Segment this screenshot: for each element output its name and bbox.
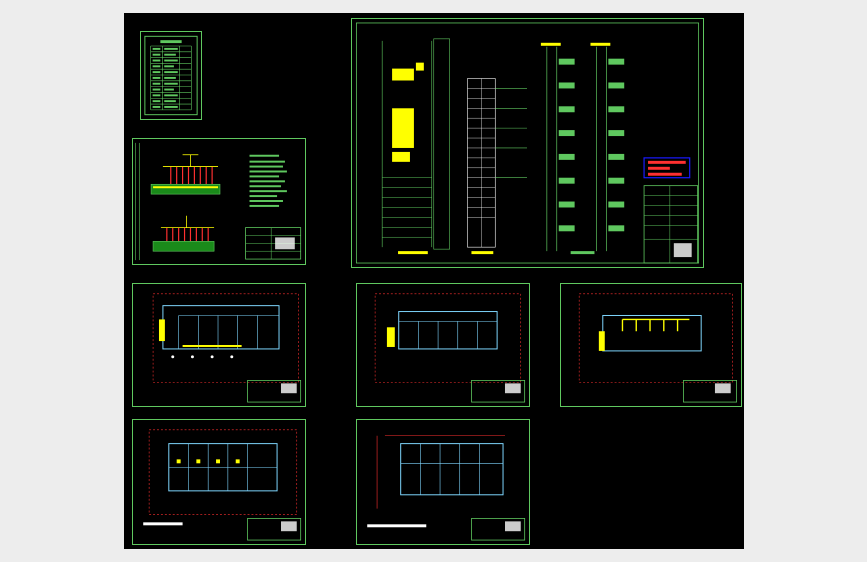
sheet-fire-alarm-system[interactable] [132,138,306,265]
legend-table-drawing [144,35,198,116]
power-distribution-drawing [355,22,700,264]
sheet-floor-plan-1[interactable] [132,283,306,407]
roof-plan-drawing [367,435,526,541]
sheet-power-distribution-system[interactable] [351,18,704,268]
floor-plan-1-drawing [152,293,302,403]
floor-plan-2-drawing [374,293,526,403]
sheet-legend-table[interactable] [140,31,202,120]
sheet-roof-plan[interactable] [356,419,530,545]
sheet-floor-plan-4[interactable] [132,419,306,545]
sheet-floor-plan-3[interactable] [560,283,742,407]
cad-model-space[interactable] [124,13,744,549]
sheet-floor-plan-2[interactable] [356,283,530,407]
fire-alarm-system-drawing [135,142,302,261]
floor-plan-3-drawing [578,293,737,403]
floor-plan-4-drawing [143,429,302,541]
